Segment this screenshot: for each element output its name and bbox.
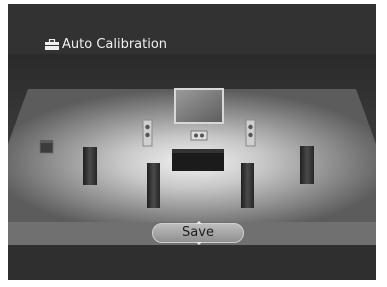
- calibration-screen: Auto Calibration Save: [8, 4, 376, 280]
- front-left-speaker: [142, 119, 153, 147]
- surround-back-left-speaker: [147, 163, 160, 208]
- page-title: Auto Calibration: [45, 36, 167, 52]
- listening-sofa: [172, 149, 224, 171]
- save-button[interactable]: Save: [152, 221, 244, 245]
- room-visualization: [8, 54, 376, 222]
- page-title-text: Auto Calibration: [62, 36, 168, 52]
- save-button-label: Save: [182, 225, 214, 240]
- tv-screen: [174, 88, 224, 124]
- toolbox-icon: [45, 38, 59, 50]
- title-bar: Auto Calibration: [8, 4, 376, 54]
- front-right-speaker: [245, 119, 256, 147]
- surround-left-speaker: [83, 147, 97, 185]
- center-speaker: [190, 130, 208, 141]
- bottom-area: [8, 245, 376, 280]
- subwoofer: [39, 140, 54, 154]
- surround-right-speaker: [300, 146, 314, 184]
- surround-back-right-speaker: [241, 163, 254, 208]
